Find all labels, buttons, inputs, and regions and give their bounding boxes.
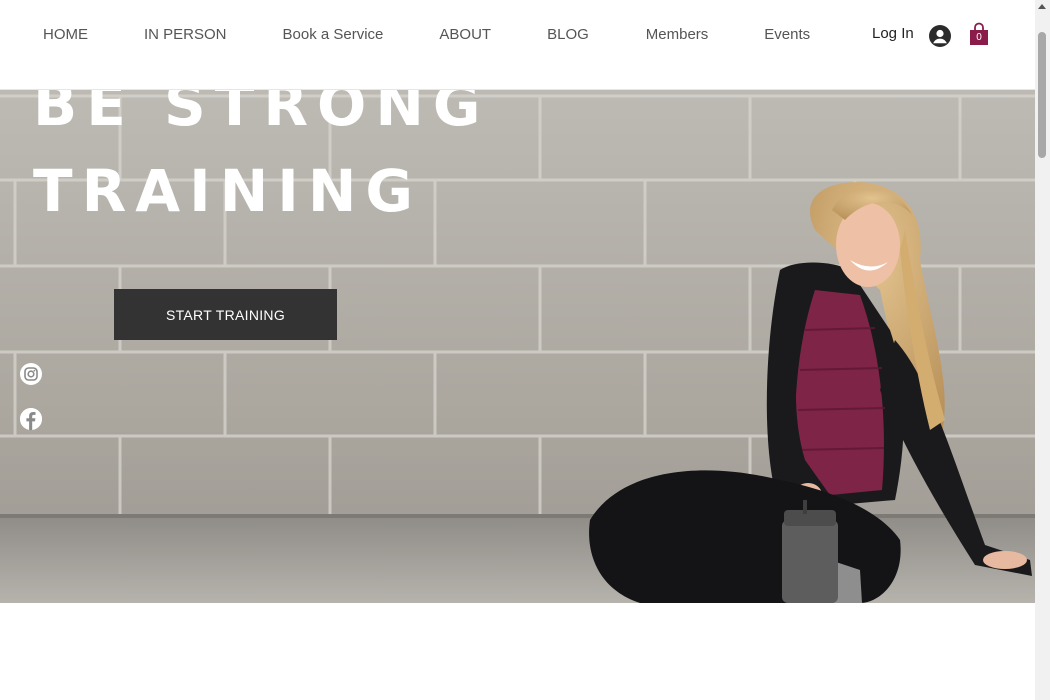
main-nav: HOME IN PERSON Book a Service ABOUT BLOG… bbox=[43, 26, 810, 43]
scroll-up-arrow-icon[interactable] bbox=[1038, 4, 1046, 9]
instagram-icon[interactable] bbox=[20, 363, 42, 385]
nav-events[interactable]: Events bbox=[764, 26, 810, 43]
hero-title-line1: BE STRONG bbox=[33, 90, 490, 139]
hero-title-line2: TRAINING bbox=[33, 157, 422, 225]
login-link[interactable]: Log In bbox=[872, 25, 914, 42]
nav-blog[interactable]: BLOG bbox=[547, 26, 589, 43]
start-training-button[interactable]: START TRAINING bbox=[114, 289, 337, 340]
hero-section: BE STRONG TRAINING START TRAINING bbox=[0, 90, 1035, 603]
scrollbar-thumb[interactable] bbox=[1038, 32, 1046, 158]
cart-count-badge: 0 bbox=[976, 32, 982, 43]
shopping-bag-icon[interactable]: 0 bbox=[969, 22, 989, 46]
nav-home[interactable]: HOME bbox=[43, 26, 88, 43]
facebook-icon[interactable] bbox=[20, 408, 42, 430]
nav-members[interactable]: Members bbox=[646, 26, 709, 43]
nav-about[interactable]: ABOUT bbox=[439, 26, 491, 43]
page-scrollbar[interactable] bbox=[1035, 0, 1050, 700]
nav-book-a-service[interactable]: Book a Service bbox=[283, 26, 384, 43]
nav-in-person[interactable]: IN PERSON bbox=[144, 26, 227, 43]
user-avatar-icon[interactable] bbox=[929, 25, 951, 47]
site-header: HOME IN PERSON Book a Service ABOUT BLOG… bbox=[0, 0, 1035, 90]
